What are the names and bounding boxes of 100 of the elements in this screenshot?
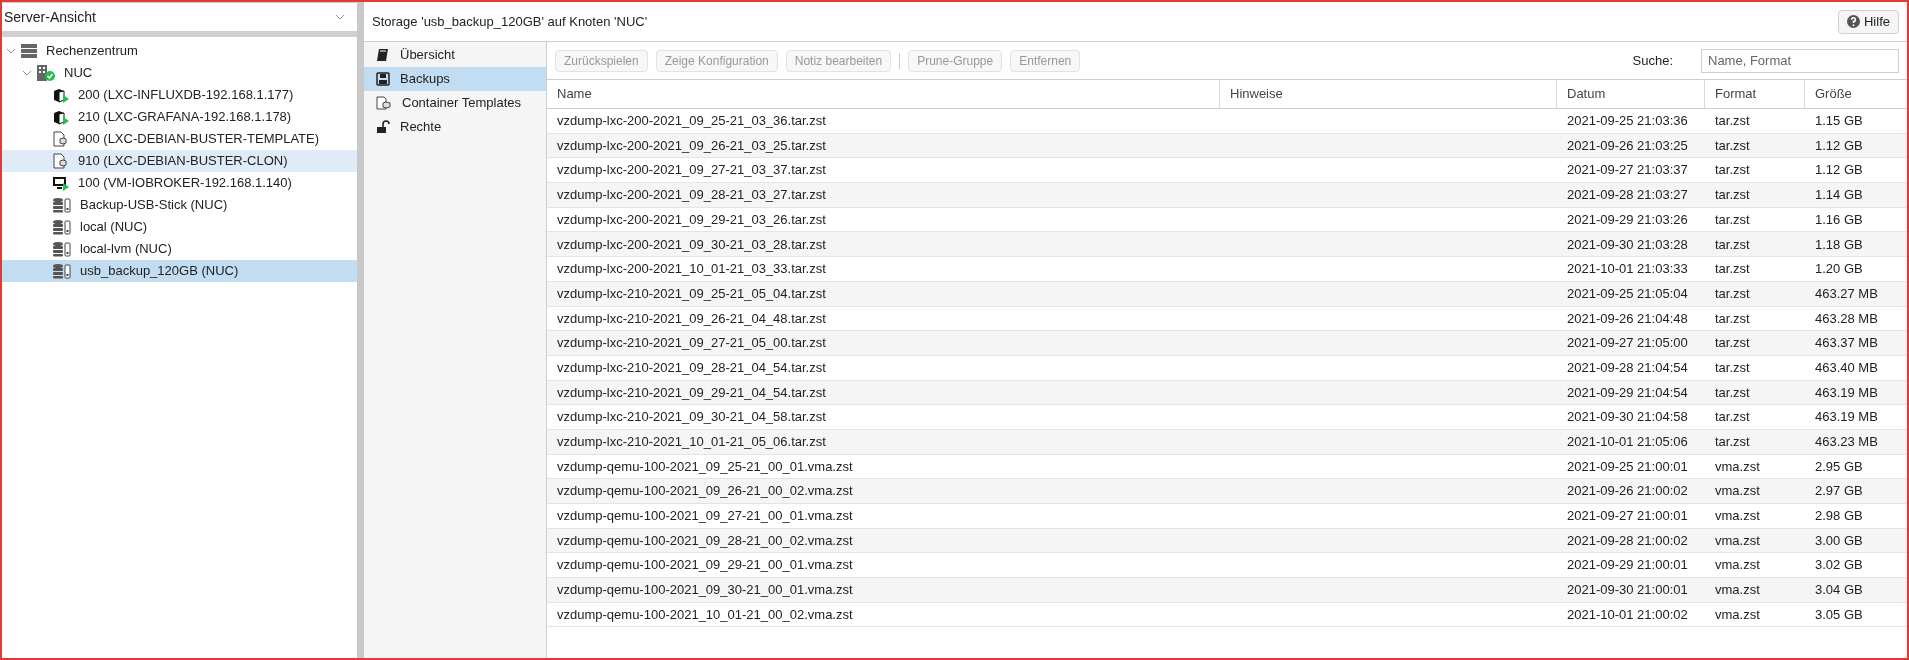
table-cell-text: 1.14 GB — [1815, 186, 1863, 205]
table-cell-text: vzdump-lxc-200-2021_09_25-21_03_36.tar.zst — [557, 112, 826, 131]
table-cell-text: vzdump-lxc-200-2021_10_01-21_03_33.tar.zst — [557, 260, 826, 279]
table-cell-text: 2021-09-30 21:00:01 — [1567, 581, 1688, 600]
tree-label: 900 (LXC-DEBIAN-BUSTER-TEMPLATE) — [78, 130, 320, 149]
table-cell-text: vma.zst — [1715, 531, 1760, 550]
template-cube-icon — [52, 131, 70, 147]
table-cell-text: vzdump-lxc-210-2021_09_27-21_05_00.tar.zst — [557, 334, 826, 353]
table-cell-text: tar.zst — [1715, 309, 1750, 328]
nav-item[interactable]: Übersicht — [364, 43, 546, 67]
table-cell-text: vzdump-qemu-100-2021_09_26-21_00_02.vma.zst — [557, 482, 853, 501]
table-cell-text: tar.zst — [1715, 260, 1750, 279]
help-button[interactable]: Hilfe — [1838, 9, 1899, 34]
table-cell-text: 1.15 GB — [1815, 112, 1863, 131]
tree-item[interactable]: Rechenzentrum — [2, 40, 357, 62]
column-header[interactable]: Datum — [1557, 80, 1705, 108]
column-header[interactable]: Format — [1705, 80, 1805, 108]
tree-item[interactable]: 100 (VM-IOBROKER-192.168.1.140) — [2, 172, 357, 194]
tree-item[interactable]: 200 (LXC-INFLUXDB-192.168.1.177) — [2, 84, 357, 106]
column-header[interactable]: Hinweise — [1220, 80, 1557, 108]
table-cell-text: 2021-10-01 21:05:06 — [1567, 433, 1688, 452]
table-cell-text: 2021-09-25 21:00:01 — [1567, 457, 1688, 476]
table-cell-text: vzdump-lxc-210-2021_09_29-21_04_54.tar.zst — [557, 383, 826, 402]
table-cell-text: 2021-09-25 21:05:04 — [1567, 284, 1688, 303]
view-selector[interactable]: Server-Ansicht — [2, 3, 357, 31]
table-cell-text: 2021-10-01 21:03:33 — [1567, 260, 1688, 279]
table-cell-text: vzdump-lxc-210-2021_09_25-21_05_04.tar.zst — [557, 284, 826, 303]
table-cell-text: tar.zst — [1715, 136, 1750, 155]
table-cell-text: 1.12 GB — [1815, 161, 1863, 180]
unlocked-padlock-icon — [376, 120, 390, 134]
tree-item[interactable]: local (NUC) — [2, 216, 357, 238]
tree-label: 100 (VM-IOBROKER-192.168.1.140) — [78, 174, 292, 193]
chevron-down-icon[interactable] — [22, 68, 32, 78]
table-cell-text: 2021-09-30 21:04:58 — [1567, 408, 1688, 427]
server-rack-icon — [20, 43, 38, 59]
table-cell-text: tar.zst — [1715, 383, 1750, 402]
table-cell-text: 2021-09-28 21:03:27 — [1567, 186, 1688, 205]
table-cell-text: 3.04 GB — [1815, 581, 1863, 600]
table-cell-text: 1.16 GB — [1815, 210, 1863, 229]
database-icon — [52, 219, 72, 235]
tree-item[interactable]: NUC — [2, 62, 357, 84]
table-cell-text: 2021-09-28 21:00:02 — [1567, 531, 1688, 550]
table-cell-text: tar.zst — [1715, 334, 1750, 353]
table-cell-text: 463.37 MB — [1815, 334, 1878, 353]
table-cell-text: 2021-09-27 21:05:00 — [1567, 334, 1688, 353]
tree-label: local-lvm (NUC) — [80, 240, 172, 259]
table-cell-text: 2.98 GB — [1815, 507, 1863, 526]
table-cell-text: 463.40 MB — [1815, 358, 1878, 377]
table-cell-text: 2021-09-27 21:03:37 — [1567, 161, 1688, 180]
table-cell-text: vma.zst — [1715, 605, 1760, 624]
table-cell-text: vzdump-lxc-200-2021_09_30-21_03_28.tar.zst — [557, 235, 826, 254]
table-cell-text: 2021-10-01 21:00:02 — [1567, 605, 1688, 624]
nav-item[interactable]: Rechte — [364, 115, 546, 139]
table-cell-text: vzdump-qemu-100-2021_09_29-21_00_01.vma.zst — [557, 556, 853, 575]
table-cell-text: vzdump-qemu-100-2021_10_01-21_00_02.vma.zst — [557, 605, 853, 624]
table-cell-text: 2021-09-25 21:03:36 — [1567, 112, 1688, 131]
table-cell-text: 463.28 MB — [1815, 309, 1878, 328]
table-cell-text: 463.23 MB — [1815, 433, 1878, 452]
panel-title: Storage 'usb_backup_120GB' auf Knoten 'NUC' — [372, 12, 648, 31]
tree-item[interactable]: 910 (LXC-DEBIAN-BUSTER-CLON) — [2, 150, 357, 172]
table-cell-text: 2021-09-29 21:00:01 — [1567, 556, 1688, 575]
table-cell-text: vzdump-lxc-210-2021_09_28-21_04_54.tar.zst — [557, 358, 826, 377]
table-cell-text: 463.27 MB — [1815, 284, 1878, 303]
table-cell-text: vzdump-lxc-200-2021_09_29-21_03_26.tar.zst — [557, 210, 826, 229]
table-cell-text: 2021-09-26 21:03:25 — [1567, 136, 1688, 155]
column-header[interactable]: Größe — [1805, 80, 1907, 108]
table-cell-text: vzdump-qemu-100-2021_09_27-21_00_01.vma.zst — [557, 507, 853, 526]
table-cell-text: tar.zst — [1715, 210, 1750, 229]
search-label: Suche: — [1632, 51, 1673, 70]
tree-item[interactable]: usb_backup_120GB (NUC) — [2, 260, 357, 282]
table-cell-text: 2021-09-27 21:00:01 — [1567, 507, 1688, 526]
table-cell-text: vzdump-qemu-100-2021_09_28-21_00_02.vma.zst — [557, 531, 853, 550]
search-field[interactable]: Name, Format — [1701, 48, 1899, 73]
table-cell-text: 2.97 GB — [1815, 482, 1863, 501]
table-cell-text: vma.zst — [1715, 482, 1760, 501]
tree-label: NUC — [64, 64, 93, 83]
table-cell-text: tar.zst — [1715, 186, 1750, 205]
table-cell-text: 2021-09-29 21:03:26 — [1567, 210, 1688, 229]
table-cell-text: 2021-09-26 21:04:48 — [1567, 309, 1688, 328]
tree-item[interactable]: Backup-USB-Stick (NUC) — [2, 194, 357, 216]
table-cell-text: 3.02 GB — [1815, 556, 1863, 575]
chevron-down-icon[interactable] — [6, 46, 16, 56]
tree-label: 910 (LXC-DEBIAN-BUSTER-CLON) — [78, 152, 288, 171]
table-cell-text: tar.zst — [1715, 433, 1750, 452]
tree-item[interactable]: local-lvm (NUC) — [2, 238, 357, 260]
table-cell-text: tar.zst — [1715, 235, 1750, 254]
tree-item[interactable]: 900 (LXC-DEBIAN-BUSTER-TEMPLATE) — [2, 128, 357, 150]
table-cell-text: vzdump-lxc-210-2021_09_26-21_04_48.tar.zst — [557, 309, 826, 328]
table-cell-text: 3.00 GB — [1815, 531, 1863, 550]
tree-item[interactable]: 210 (LXC-GRAFANA-192.168.1.178) — [2, 106, 357, 128]
column-header[interactable]: Name — [547, 80, 1220, 108]
table-cell-text: 463.19 MB — [1815, 408, 1878, 427]
database-icon — [52, 197, 72, 213]
book-icon — [376, 48, 390, 62]
table-cell-text: 2021-09-29 21:04:54 — [1567, 383, 1688, 402]
table-cell-text: vma.zst — [1715, 556, 1760, 575]
table-cell-text: 2021-09-30 21:03:28 — [1567, 235, 1688, 254]
nav-item[interactable]: Container Templates — [364, 91, 546, 115]
nav-item[interactable]: Backups — [364, 67, 546, 91]
table-cell-text: tar.zst — [1715, 112, 1750, 131]
